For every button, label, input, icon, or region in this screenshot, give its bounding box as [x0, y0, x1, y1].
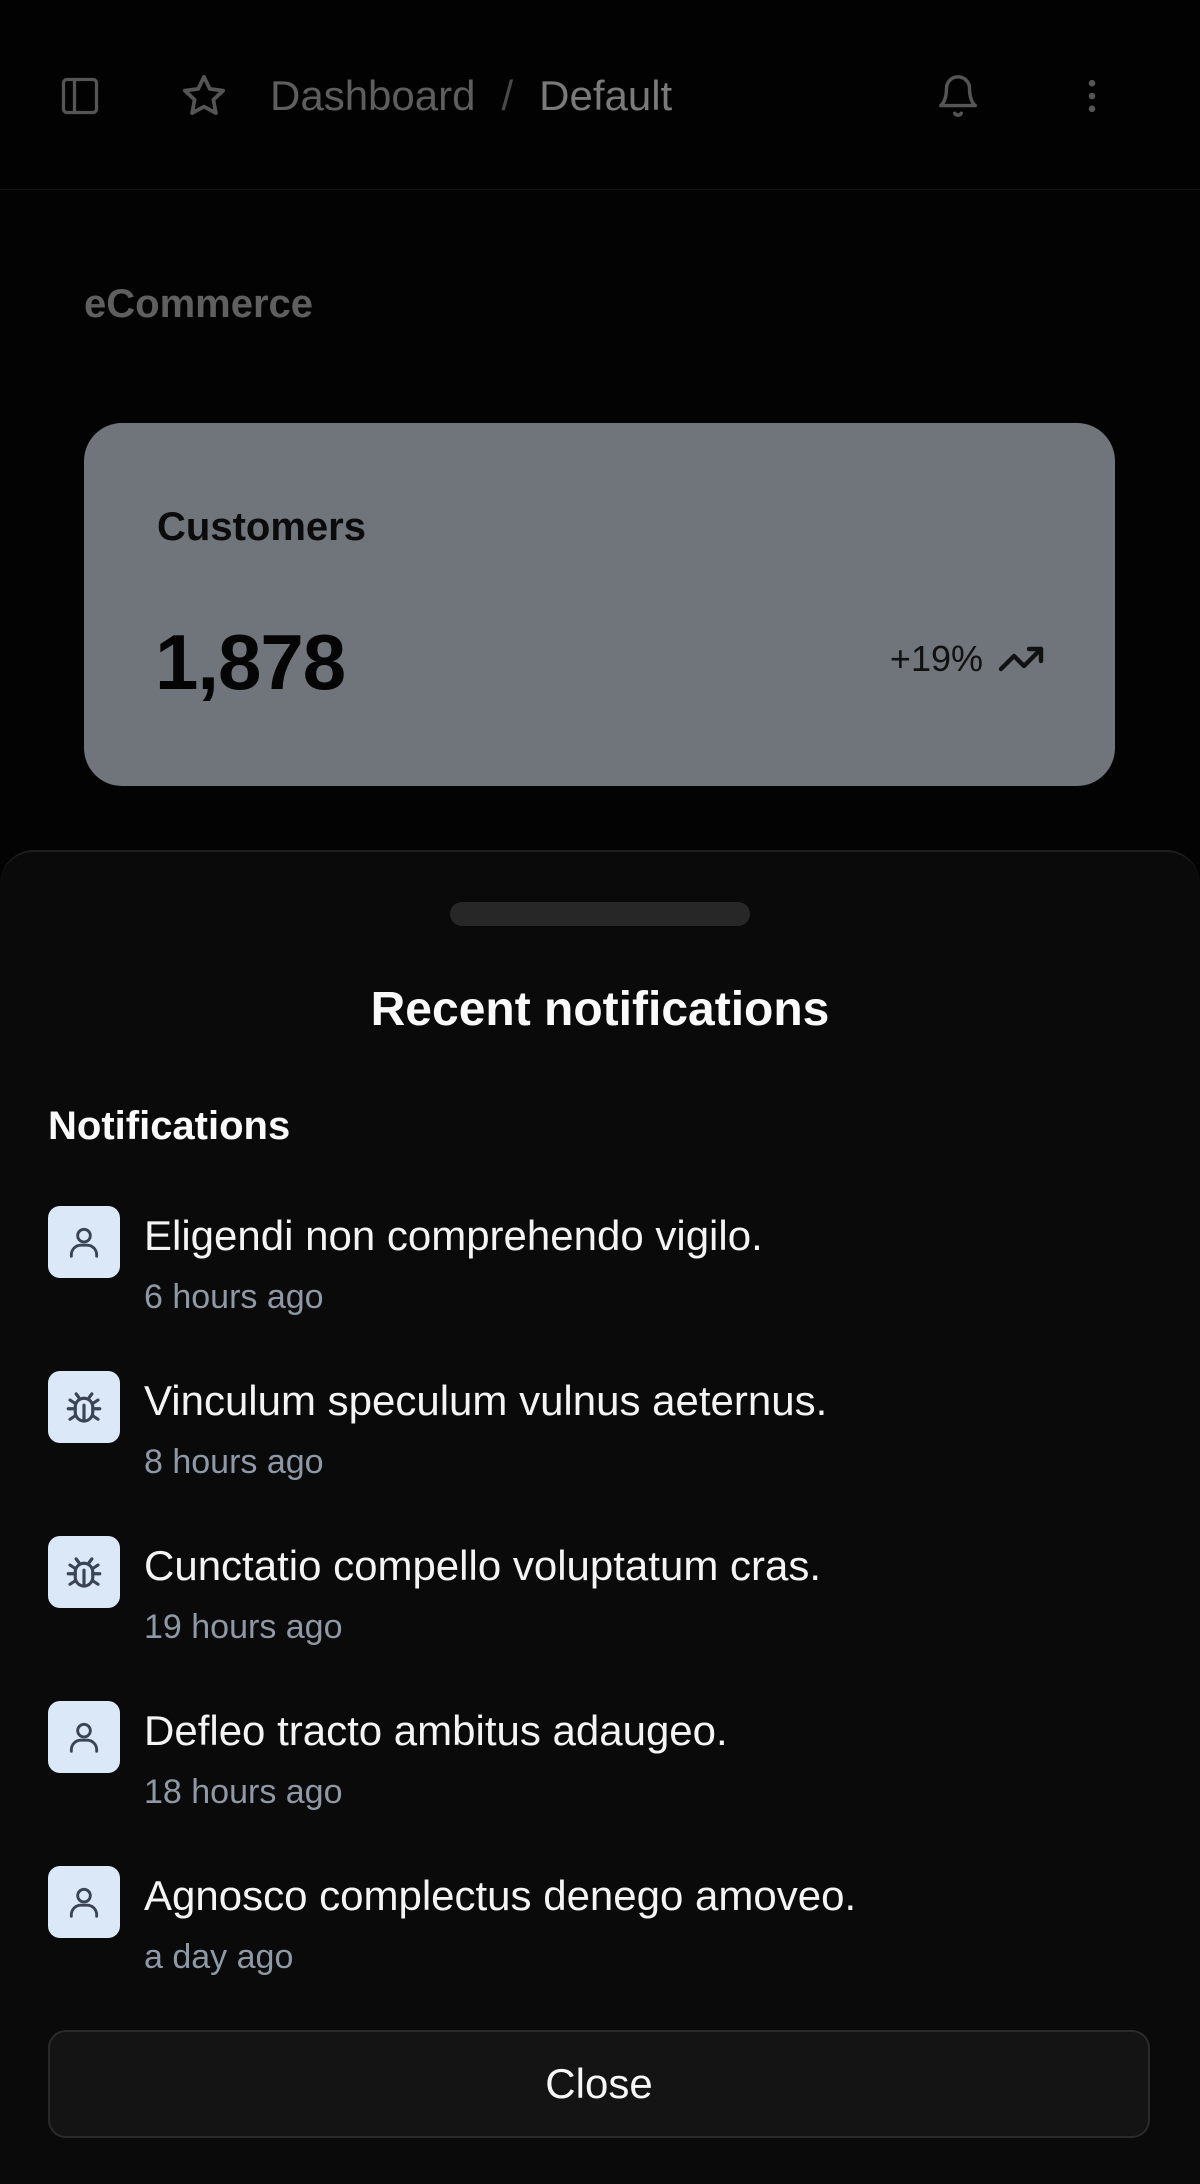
- favorite-button[interactable]: [168, 55, 240, 137]
- notification-item[interactable]: Eligendi non comprehendo vigilo. 6 hours…: [48, 1204, 1148, 1334]
- breadcrumb-current: Default: [539, 72, 673, 119]
- sidebar-toggle-button[interactable]: [44, 55, 116, 137]
- page: Dashboard / Default eCommerce Customers …: [0, 0, 1200, 2184]
- user-icon: [69, 1227, 99, 1258]
- notification-icon-box: [48, 1206, 120, 1278]
- notification-item[interactable]: Defleo tracto ambitus adaugeo. 18 hours …: [48, 1699, 1148, 1829]
- trending-up-icon: [998, 646, 1044, 672]
- card-title: Customers: [157, 505, 366, 549]
- notification-message: Eligendi non comprehendo vigilo.: [144, 1212, 763, 1259]
- notification-message: Vinculum speculum vulnus aeternus.: [144, 1377, 828, 1424]
- breadcrumb-separator: /: [501, 72, 514, 119]
- breadcrumb: Dashboard / Default: [270, 66, 672, 126]
- notification-time: 8 hours ago: [144, 1443, 324, 1481]
- close-button[interactable]: Close: [48, 2030, 1150, 2138]
- sidebar-icon: [61, 77, 99, 115]
- notification-message: Defleo tracto ambitus adaugeo.: [144, 1707, 728, 1754]
- notification-icon-box: [48, 1866, 120, 1938]
- notification-message: Cunctatio compello voluptatum cras.: [144, 1542, 821, 1589]
- notification-icon-box: [48, 1371, 120, 1443]
- customers-card: Customers 1,878 +19%: [84, 423, 1115, 786]
- more-vertical-icon: [1088, 79, 1096, 113]
- notification-item[interactable]: Agnosco complectus denego amoveo. a day …: [48, 1864, 1148, 1994]
- notification-icon-box: [48, 1701, 120, 1773]
- user-icon: [69, 1722, 99, 1753]
- notifications-button[interactable]: [920, 55, 996, 137]
- more-options-button[interactable]: [1054, 55, 1130, 137]
- notifications-list-title: Notifications: [48, 1104, 291, 1148]
- notification-time: 19 hours ago: [144, 1608, 343, 1646]
- bug-icon: [66, 1392, 102, 1423]
- notification-icon-box: [48, 1536, 120, 1608]
- notification-item[interactable]: Vinculum speculum vulnus aeternus. 8 hou…: [48, 1369, 1148, 1499]
- notification-time: a day ago: [144, 1938, 294, 1976]
- trend-badge: +19%: [890, 635, 1045, 683]
- notification-time: 18 hours ago: [144, 1773, 343, 1811]
- bug-icon: [66, 1557, 102, 1588]
- section-title: eCommerce: [84, 282, 314, 326]
- trend-value: +19%: [889, 638, 983, 679]
- top-bar: Dashboard / Default: [0, 0, 1200, 190]
- star-icon: [182, 74, 226, 115]
- bell-icon: [939, 75, 977, 117]
- breadcrumb-dashboard-link[interactable]: Dashboard: [270, 72, 475, 120]
- notification-message: Agnosco complectus denego amoveo.: [144, 1872, 857, 1919]
- notification-item[interactable]: Cunctatio compello voluptatum cras. 19 h…: [48, 1534, 1148, 1664]
- notification-time: 6 hours ago: [144, 1278, 324, 1316]
- user-icon: [69, 1887, 99, 1918]
- sheet-title: Recent notifications: [370, 983, 830, 1036]
- notifications-sheet: Recent notifications Notifications Elige…: [0, 850, 1200, 2184]
- card-value: 1,878: [155, 618, 346, 706]
- drag-handle[interactable]: [450, 902, 750, 926]
